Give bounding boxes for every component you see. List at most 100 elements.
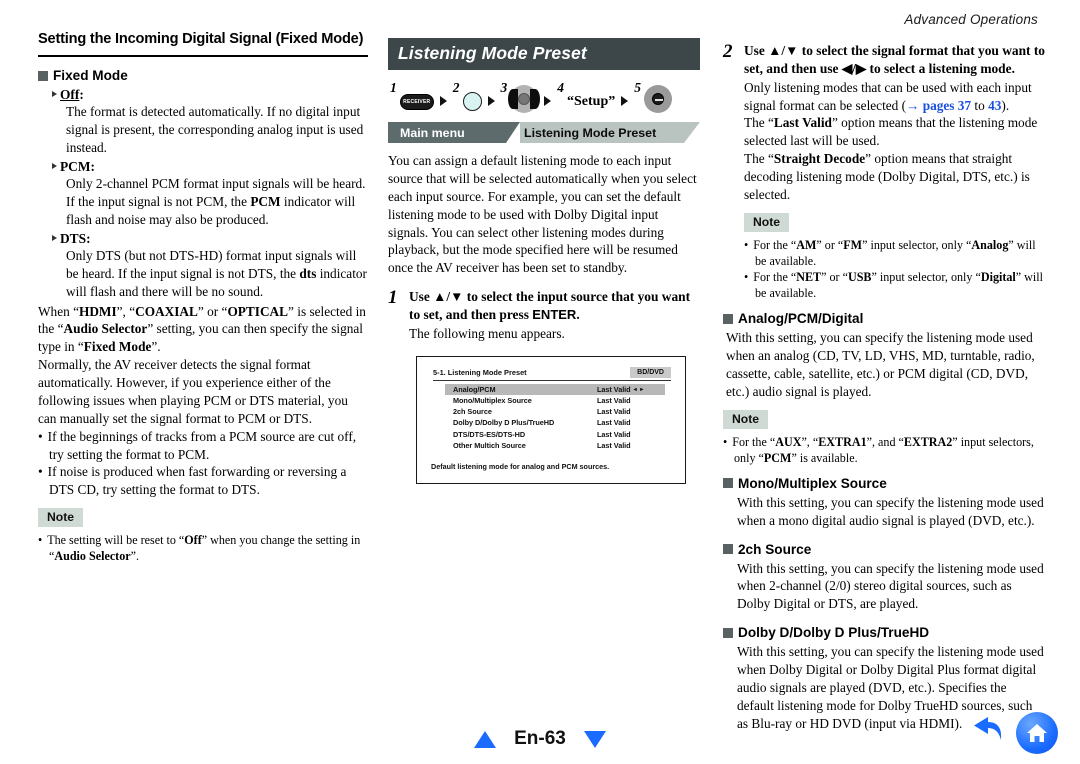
section-heading-label: Analog/PCM/Digital (738, 311, 864, 327)
back-arrow-icon[interactable] (968, 716, 1006, 750)
n1b2-b1: NET (796, 269, 822, 284)
left-note-list: The setting will be reset to “Off” when … (38, 532, 368, 564)
step1-enter-key: ENTER (532, 306, 577, 322)
footer-nav-buttons (968, 712, 1058, 754)
triangle-down-icon[interactable] (583, 730, 606, 748)
osd-row-other-multich[interactable]: Other Multich Source Last Valid (445, 440, 665, 451)
section-body-2ch-source: With this setting, you can specify the l… (737, 560, 1044, 612)
left-bullet-list: If the beginnings of tracks from a PCM s… (38, 428, 368, 500)
step-1-block: 1 Use ▲/▼ to select the input source tha… (388, 288, 700, 343)
definition-term-pcm-text: PCM (60, 159, 91, 175)
round-button-icon (462, 92, 482, 111)
definition-item-off: Off: The format is detected automaticall… (52, 86, 368, 157)
osd-row-2ch-source[interactable]: 2ch Source Last Valid (445, 406, 665, 417)
square-bullet-icon (723, 313, 733, 324)
definition-term-pcm: PCM: (52, 158, 368, 175)
note-b1: Off (184, 533, 202, 548)
arrow-right-icon (621, 96, 629, 106)
paragraph-normally: Normally, the AV receiver detects the si… (38, 357, 348, 426)
step-number-4: 4 (557, 80, 564, 95)
note-b2: Audio Selector (54, 549, 131, 564)
hdmi-p1: When “ (38, 303, 79, 319)
osd-row-value: Last Valid (597, 418, 631, 428)
n1b1-p1: For the “ (753, 237, 797, 252)
step-2-number: 2 (723, 41, 733, 62)
triangle-up-icon[interactable] (474, 730, 497, 748)
note-p1: The setting will be reset to “ (47, 533, 185, 548)
note-badge: Note (723, 409, 769, 429)
right-note-list-1: For the “AM” or “FM” input selector, onl… (744, 237, 1045, 301)
n2-b4: PCM (763, 450, 792, 465)
n1b1-b3: Analog (971, 237, 1009, 252)
running-head: Advanced Operations (904, 12, 1038, 27)
step-1-number: 1 (388, 287, 398, 309)
list-item: For the “AUX”, “EXTRA1”, and “EXTRA2” in… (723, 434, 1045, 466)
step-2-para-3: The “Straight Decode” option means that … (744, 150, 1045, 204)
step-1-followup: The following menu appears. (409, 325, 565, 341)
osd-row-dolby[interactable]: Dolby D/Dolby D Plus/TrueHD Last Valid (445, 417, 665, 428)
osd-row-value: Last Valid (597, 395, 631, 405)
n1b2-p1: For the “ (753, 269, 797, 284)
section-heading-analog-pcm-digital: Analog/PCM/Digital (723, 311, 1045, 326)
step2-p1b: ). (1001, 97, 1010, 113)
note-badge: Note (744, 212, 790, 232)
step-2-para-1: Only listening modes that can be used wi… (744, 79, 1045, 115)
step2-p3a: The “ (744, 151, 774, 167)
step-2-block: 2 Use ▲/▼ to select the signal format th… (723, 42, 1045, 301)
note-badge: Note (38, 508, 84, 528)
step-2-para-2: The “Last Valid” option means that the l… (744, 114, 1045, 150)
square-bullet-icon (723, 544, 733, 554)
receiver-button-label: RECEIVER (403, 99, 431, 105)
definition-term-dts-text: DTS (60, 230, 87, 246)
breadcrumb-current: Listening Mode Preset (520, 122, 684, 143)
feature-title-bar: Listening Mode Preset (388, 38, 700, 70)
right-note-list-2: For the “AUX”, “EXTRA1”, and “EXTRA2” in… (723, 434, 1045, 466)
page-link-43[interactable]: 43 (988, 98, 1001, 113)
step-sequence-diagram: 1 RECEIVER 2 3 4 “Setup” 5 (388, 79, 700, 113)
title-rule (38, 55, 368, 58)
n2-b2: EXTRA1 (818, 434, 867, 449)
osd-row-value: Last Valid (597, 407, 631, 417)
manual-page: Advanced Operations Setting the Incoming… (0, 0, 1080, 764)
hdmi-p3: ” or “ (197, 303, 228, 319)
n1b2-p3: ” input selector, only “ (871, 269, 981, 284)
page-link-37[interactable]: pages 37 (923, 98, 971, 113)
receiver-button-icon: RECEIVER (399, 94, 434, 110)
n2-p1: For the “ (732, 434, 776, 449)
home-icon[interactable] (1016, 712, 1058, 754)
dts-bold: dts (299, 265, 317, 281)
section-heading-2ch-source: 2ch Source (723, 542, 1045, 557)
section-body-analog-pcm-digital: With this setting, you can specify the l… (726, 330, 1035, 399)
osd-row-mono-multiplex[interactable]: Mono/Multiplex Source Last Valid (445, 395, 665, 406)
step-number-1: 1 (390, 80, 397, 95)
osd-row-arrows-icon: ◂ ▸ (633, 386, 645, 393)
definition-body-off: The format is detected automatically. If… (66, 104, 364, 156)
step-number-5: 5 (634, 80, 641, 95)
breadcrumb-end-cap (684, 122, 700, 143)
osd-row-label: Dolby D/Dolby D Plus/TrueHD (453, 418, 555, 428)
middle-column: Listening Mode Preset 1 RECEIVER 2 3 4 “… (388, 38, 700, 484)
definition-item-pcm: PCM: Only 2-channel PCM format input sig… (52, 158, 368, 229)
osd-row-dts[interactable]: DTS/DTS-ES/DTS-HD Last Valid (445, 428, 665, 439)
n1b2-b2: USB (847, 269, 872, 284)
osd-row-label: Other Multich Source (453, 440, 526, 450)
hdmi-b2: COAXIAL (135, 303, 198, 319)
osd-row-analog-pcm[interactable]: Analog/PCM Last Valid ◂ ▸ (445, 383, 665, 395)
hdmi-p2: ”, “ (116, 303, 136, 319)
step-2-instruction: Use ▲/▼ to select the signal format that… (744, 43, 1045, 76)
list-item: For the “NET” or “USB” input selector, o… (744, 269, 1045, 301)
hdmi-p6: ”. (151, 339, 161, 355)
note-p3: ”. (130, 549, 140, 564)
n2-p5: ” is available. (791, 450, 858, 465)
left-column: Setting the Incoming Digital Signal (Fix… (38, 30, 368, 564)
step-1-instruction: Use ▲/▼ to select the input source that … (409, 288, 700, 324)
arrow-right-icon (439, 96, 447, 106)
hdmi-b3: OPTICAL (227, 303, 289, 319)
arrow-right-icon (544, 96, 552, 106)
list-item: The setting will be reset to “Off” when … (38, 532, 368, 564)
square-bullet-icon (38, 70, 48, 81)
n1b1-p2: ” or “ (816, 237, 844, 252)
osd-row-label: 2ch Source (453, 407, 492, 417)
breadcrumb-main-menu: Main menu (388, 122, 506, 143)
home-glyph (1027, 724, 1047, 742)
